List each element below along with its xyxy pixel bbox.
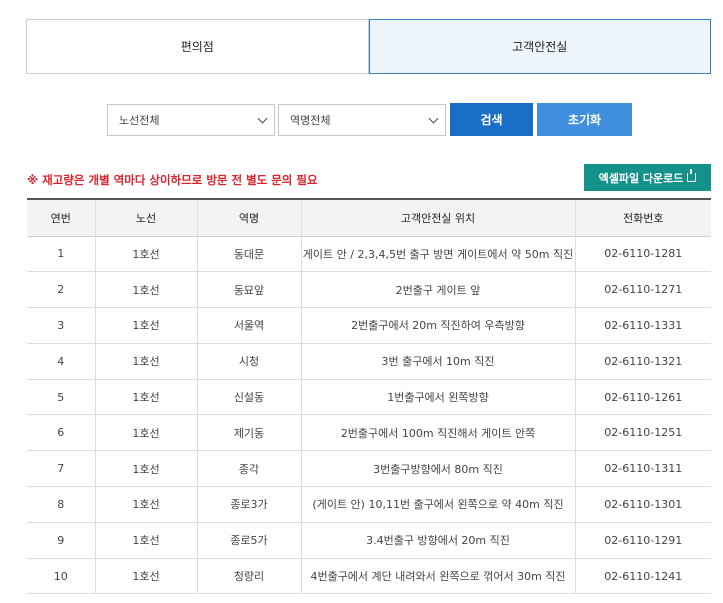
cell-line: 1호선 <box>95 343 198 380</box>
cell-location: 2번출구에서 20m 직진하여 우측방향 <box>301 307 576 344</box>
cell-phone: 02-6110-1281 <box>575 236 711 273</box>
table-row: 7 1호선 종각 3번출구방향에서 80m 직진 02-6110-1311 <box>27 450 711 488</box>
station-select[interactable]: 역명전체 <box>278 103 446 136</box>
cell-line: 1호선 <box>95 414 198 452</box>
cell-location: 2번출구에서 100m 직진해서 게이트 안쪽 <box>301 414 576 452</box>
cell-location: 게이트 안 / 2,3,4,5번 출구 방면 게이트에서 약 50m 직진 <box>301 236 576 273</box>
table-row: 4 1호선 시청 3번 출구에서 10m 직진 02-6110-1321 <box>27 343 711 380</box>
cell-line: 1호선 <box>95 307 198 344</box>
chevron-down-icon <box>257 113 268 124</box>
cell-location: 2번출구 게이트 앞 <box>301 271 576 309</box>
cell-station: 종로3가 <box>197 486 302 523</box>
cell-line: 1호선 <box>95 450 198 488</box>
cell-phone: 02-6110-1251 <box>575 414 711 452</box>
chevron-down-icon <box>428 113 439 124</box>
cell-phone: 02-6110-1301 <box>575 486 711 523</box>
safety-room-table: 연번 노선 역명 고객안전실 위치 전화번호 1 1호선 동대문 게이트 안 / 2,… <box>27 198 711 595</box>
cell-station: 동묘앞 <box>197 271 302 309</box>
table-row: 3 1호선 서울역 2번출구에서 20m 직진하여 우측방향 02-6110-1331 <box>27 307 711 344</box>
table-row: 5 1호선 신설동 1번출구에서 왼쪽방향 02-6110-1261 <box>27 379 711 416</box>
table-row: 10 1호선 청량리 4번출구에서 계단 내려와서 왼쪽으로 꺾어서 30m 직진 02… <box>27 558 711 595</box>
cell-number: 6 <box>27 414 96 452</box>
cell-line: 1호선 <box>95 522 198 559</box>
category-tabs: 편의점 고객안전실 <box>26 19 711 74</box>
cell-number: 9 <box>27 522 96 559</box>
header-phone: 전화번호 <box>575 198 711 237</box>
reset-button[interactable]: 초기화 <box>537 103 632 136</box>
table-header-row: 연번 노선 역명 고객안전실 위치 전화번호 <box>27 198 711 237</box>
cell-station: 서울역 <box>197 307 302 344</box>
search-button[interactable]: 검색 <box>450 103 533 136</box>
cell-phone: 02-6110-1331 <box>575 307 711 344</box>
cell-number: 4 <box>27 343 96 380</box>
cell-station: 제기동 <box>197 414 302 452</box>
filter-bar: 노선전체 역명전체 검색 초기화 <box>107 103 632 136</box>
tab-convenience-store[interactable]: 편의점 <box>26 19 369 74</box>
table-row: 1 1호선 동대문 게이트 안 / 2,3,4,5번 출구 방면 게이트에서 약 50… <box>27 236 711 273</box>
header-location: 고객안전실 위치 <box>301 198 576 237</box>
cell-number: 10 <box>27 558 96 595</box>
cell-number: 2 <box>27 271 96 309</box>
table-row: 2 1호선 동묘앞 2번출구 게이트 앞 02-6110-1271 <box>27 271 711 309</box>
line-select-value: 노선전체 <box>119 113 160 127</box>
cell-phone: 02-6110-1241 <box>575 558 711 595</box>
cell-number: 3 <box>27 307 96 344</box>
cell-line: 1호선 <box>95 486 198 523</box>
line-select[interactable]: 노선전체 <box>107 103 275 136</box>
cell-location: 3번 출구에서 10m 직진 <box>301 343 576 380</box>
table-row: 8 1호선 종로3가 (게이트 안) 10,11번 출구에서 왼쪽으로 약 40m 직… <box>27 486 711 523</box>
cell-line: 1호선 <box>95 558 198 595</box>
header-line: 노선 <box>95 198 198 237</box>
cell-line: 1호선 <box>95 236 198 273</box>
cell-phone: 02-6110-1321 <box>575 343 711 380</box>
cell-phone: 02-6110-1271 <box>575 271 711 309</box>
cell-station: 동대문 <box>197 236 302 273</box>
cell-station: 시청 <box>197 343 302 380</box>
cell-number: 8 <box>27 486 96 523</box>
cell-phone: 02-6110-1291 <box>575 522 711 559</box>
cell-location: 1번출구에서 왼쪽방향 <box>301 379 576 416</box>
cell-phone: 02-6110-1261 <box>575 379 711 416</box>
cell-station: 종각 <box>197 450 302 488</box>
cell-number: 5 <box>27 379 96 416</box>
cell-line: 1호선 <box>95 379 198 416</box>
header-station: 역명 <box>197 198 302 237</box>
cell-number: 7 <box>27 450 96 488</box>
cell-line: 1호선 <box>95 271 198 309</box>
cell-location: (게이트 안) 10,11번 출구에서 왼쪽으로 약 40m 직진 <box>301 486 576 523</box>
cell-location: 3.4번출구 방향에서 20m 직진 <box>301 522 576 559</box>
cell-number: 1 <box>27 236 96 273</box>
excel-download-button[interactable]: 엑셀파일 다운로드 <box>584 164 711 191</box>
table-row: 9 1호선 종로5가 3.4번출구 방향에서 20m 직진 02-6110-1291 <box>27 522 711 559</box>
cell-location: 4번출구에서 계단 내려와서 왼쪽으로 꺾어서 30m 직진 <box>301 558 576 595</box>
header-number: 연번 <box>27 198 96 237</box>
cell-location: 3번출구방향에서 80m 직진 <box>301 450 576 488</box>
cell-station: 종로5가 <box>197 522 302 559</box>
excel-download-label: 엑셀파일 다운로드 <box>598 171 684 185</box>
station-select-value: 역명전체 <box>290 113 331 127</box>
stock-notice: ※ 재고량은 개별 역마다 상이하므로 방문 전 별도 문의 필요 <box>27 173 318 187</box>
table-row: 6 1호선 제기동 2번출구에서 100m 직진해서 게이트 안쪽 02-6110-12… <box>27 414 711 452</box>
cell-station: 청량리 <box>197 558 302 595</box>
tab-customer-safety-room[interactable]: 고객안전실 <box>368 19 711 74</box>
download-icon <box>687 169 697 182</box>
cell-station: 신설동 <box>197 379 302 416</box>
cell-phone: 02-6110-1311 <box>575 450 711 488</box>
